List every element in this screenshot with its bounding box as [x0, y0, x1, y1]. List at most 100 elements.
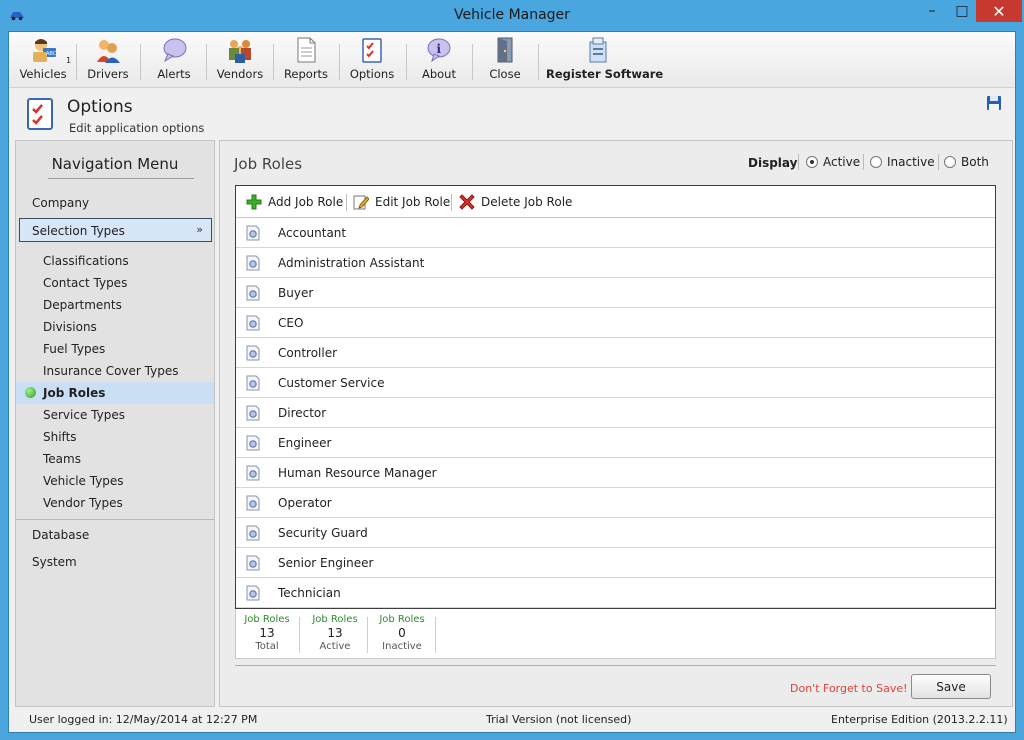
- summary-stats: Job Roles 13 Total Job Roles 13 Active Job R…: [235, 609, 996, 659]
- page-header: Options Edit application options: [9, 89, 1015, 139]
- list-item[interactable]: Customer Service: [236, 368, 995, 398]
- maximize-button[interactable]: □: [947, 0, 977, 22]
- navigation-menu: Navigation Menu Company Selection Types …: [15, 140, 215, 707]
- list-item[interactable]: Buyer: [236, 278, 995, 308]
- nav-item-contact-types[interactable]: Contact Types: [43, 276, 127, 290]
- job-role-document-icon: [246, 225, 260, 241]
- toolbar-reports-button[interactable]: Reports: [281, 36, 331, 84]
- close-window-button[interactable]: ✕: [976, 0, 1022, 22]
- delete-job-role-button[interactable]: Delete Job Role: [459, 194, 572, 210]
- job-role-document-icon: [246, 435, 260, 451]
- display-inactive-radio[interactable]: Inactive: [870, 155, 935, 169]
- toolbar-close-button[interactable]: Close: [480, 36, 530, 84]
- toolbar-close-label: Close: [489, 67, 521, 81]
- page-subtitle: Edit application options: [69, 121, 205, 135]
- list-item[interactable]: Engineer: [236, 428, 995, 458]
- list-item-label: Engineer: [278, 436, 332, 450]
- stat-active: Job Roles 13 Active: [304, 614, 366, 652]
- nav-item-departments[interactable]: Departments: [43, 298, 122, 312]
- save-button[interactable]: Save: [911, 674, 991, 699]
- nav-company[interactable]: Company: [32, 196, 89, 210]
- toolbar-alerts-button[interactable]: Alerts: [149, 36, 199, 84]
- window-title: Vehicle Manager: [454, 7, 570, 23]
- minimize-button[interactable]: –: [917, 0, 947, 22]
- divider: [16, 519, 214, 520]
- drivers-icon: [97, 40, 120, 63]
- list-item[interactable]: Human Resource Manager: [236, 458, 995, 488]
- nav-item-vehicle-types[interactable]: Vehicle Types: [43, 474, 124, 488]
- nav-selection-types[interactable]: Selection Types »: [19, 218, 212, 242]
- divider: [235, 665, 996, 666]
- list-item-label: CEO: [278, 316, 304, 330]
- add-job-role-button[interactable]: Add Job Role: [246, 194, 343, 210]
- section-title: Job Roles: [234, 155, 303, 173]
- divider: [48, 178, 194, 179]
- checklist-icon: [362, 38, 382, 63]
- radio-unselected-icon: [944, 156, 956, 168]
- nav-item-job-roles[interactable]: Job Roles: [43, 386, 105, 400]
- nav-item-service-types[interactable]: Service Types: [43, 408, 125, 422]
- nav-database[interactable]: Database: [32, 528, 89, 542]
- nav-system[interactable]: System: [32, 555, 77, 569]
- display-both-label: Both: [961, 155, 989, 169]
- job-role-document-icon: [246, 255, 260, 271]
- job-roles-grid: Add Job Role Edit Job Role Delete Job Ro…: [235, 185, 996, 609]
- nav-item-fuel-types[interactable]: Fuel Types: [43, 342, 105, 356]
- save-disk-icon[interactable]: [986, 95, 1002, 111]
- main-panel: Job Roles Display Active Inactive Both A…: [219, 140, 1013, 707]
- nav-item-vendor-types[interactable]: Vendor Types: [43, 496, 123, 510]
- stat-value: 0: [398, 626, 406, 640]
- divider: [798, 154, 799, 170]
- edit-job-role-button[interactable]: Edit Job Role: [353, 194, 450, 210]
- toolbar-vendors-button[interactable]: Vendors: [215, 36, 265, 84]
- report-document-icon: [297, 37, 316, 63]
- stat-inactive: Job Roles 0 Inactive: [371, 614, 433, 652]
- job-role-document-icon: [246, 495, 260, 511]
- stat-total: Job Roles 13 Total: [236, 614, 298, 652]
- list-item[interactable]: Technician: [236, 578, 995, 608]
- status-bar: User logged in: 12/May/2014 at 12:27 PM …: [9, 710, 1015, 732]
- list-item[interactable]: Operator: [236, 488, 995, 518]
- divider: [938, 154, 939, 170]
- display-active-radio[interactable]: Active: [806, 155, 860, 169]
- chevron-double-down-icon: »: [196, 223, 203, 236]
- display-inactive-label: Inactive: [887, 155, 935, 169]
- toolbar-drivers-button[interactable]: Drivers: [83, 36, 133, 84]
- toolbar-vehicles-button[interactable]: ABC Vehicles 1: [15, 36, 71, 84]
- toolbar-separator: [76, 44, 77, 80]
- stat-caption: Active: [319, 641, 351, 652]
- toolbar-reports-label: Reports: [283, 67, 329, 81]
- display-both-radio[interactable]: Both: [944, 155, 989, 169]
- toolbar-options-button[interactable]: Options: [347, 36, 397, 84]
- list-item[interactable]: Administration Assistant: [236, 248, 995, 278]
- list-item-label: Customer Service: [278, 376, 385, 390]
- divider: [299, 617, 300, 653]
- nav-item-classifications[interactable]: Classifications: [43, 254, 129, 268]
- divider: [346, 194, 347, 211]
- nav-item-teams[interactable]: Teams: [43, 452, 81, 466]
- nav-item-divisions[interactable]: Divisions: [43, 320, 97, 334]
- list-item[interactable]: Security Guard: [236, 518, 995, 548]
- toolbar-separator: [406, 44, 407, 80]
- driver-license-icon: ABC: [33, 39, 57, 62]
- list-item[interactable]: Director: [236, 398, 995, 428]
- toolbar-vendors-label: Vendors: [216, 67, 264, 81]
- title-bar[interactable]: Vehicle Manager – □ ✕: [0, 0, 1024, 32]
- divider: [367, 617, 368, 653]
- list-item[interactable]: Senior Engineer: [236, 548, 995, 578]
- toolbar-register-button[interactable]: Register Software: [546, 36, 663, 84]
- list-item[interactable]: Controller: [236, 338, 995, 368]
- nav-item-shifts[interactable]: Shifts: [43, 430, 77, 444]
- nav-item-insurance-cover-types[interactable]: Insurance Cover Types: [43, 364, 178, 378]
- toolbar-about-button[interactable]: i About: [414, 36, 464, 84]
- list-item-label: Human Resource Manager: [278, 466, 437, 480]
- status-user: User logged in: 12/May/2014 at 12:27 PM: [29, 713, 258, 726]
- list-item-label: Security Guard: [278, 526, 368, 540]
- save-reminder: Don't Forget to Save!: [790, 682, 908, 695]
- list-item[interactable]: CEO: [236, 308, 995, 338]
- divider: [863, 154, 864, 170]
- toolbar-separator: [206, 44, 207, 80]
- delete-x-icon: [459, 194, 475, 210]
- list-item[interactable]: Accountant: [236, 218, 995, 248]
- exit-door-icon: [497, 37, 513, 63]
